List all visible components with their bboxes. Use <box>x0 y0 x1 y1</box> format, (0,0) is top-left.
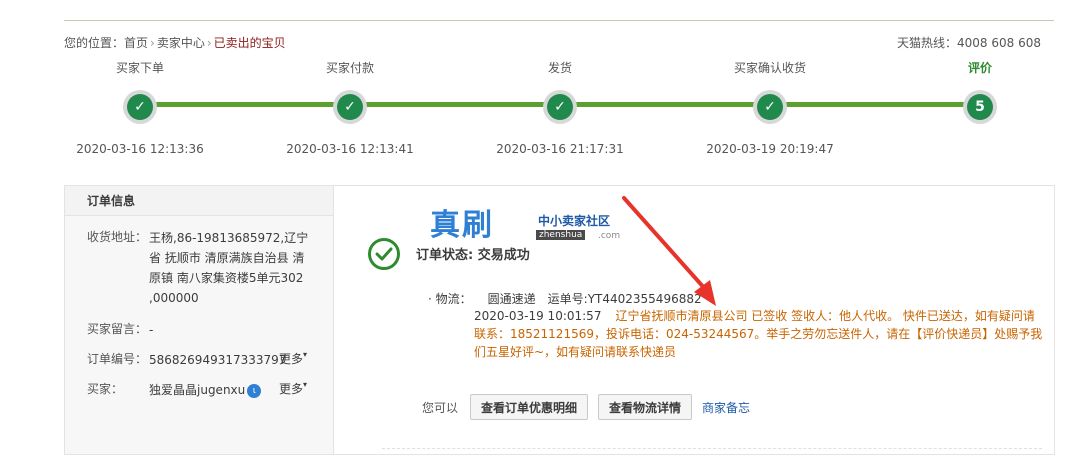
step-label: 评价 <box>967 61 992 75</box>
view-logistics-detail-button[interactable]: 查看物流详情 <box>598 394 693 420</box>
watermark-small-text: 中小卖家社区 <box>538 214 611 228</box>
logistics-timestamp: 2020-03-19 10:01:57 <box>474 309 602 323</box>
merchant-memo-link[interactable]: 商家备忘 <box>702 399 750 416</box>
order-info-title: 订单信息 <box>65 186 333 216</box>
actions-label: 您可以 <box>422 400 459 415</box>
buyer-note-label: 买家留言： <box>87 322 148 336</box>
breadcrumb-prefix: 您的位置： <box>64 36 125 50</box>
buyer-note-row: 买家留言： - <box>65 320 333 340</box>
buyer-row: 买家： 独爱晶晶jugenxu ι 更多▾ <box>65 380 333 400</box>
breadcrumb-seller-center-link[interactable]: 卖家中心 <box>157 36 205 50</box>
view-discount-detail-button[interactable]: 查看订单优惠明细 <box>470 394 589 420</box>
step-dot: ✓ <box>753 90 787 124</box>
step-review: 评价 5 <box>890 60 1067 142</box>
logistics-label: · 物流： <box>428 292 472 306</box>
order-more-dropdown[interactable]: 更多▾ <box>279 350 307 367</box>
check-icon: ✓ <box>127 94 153 120</box>
step-time: 2020-03-16 21:17:31 <box>496 142 624 156</box>
logistics-detail: 2020-03-19 10:01:57 辽宁省抚顺市清原县公司 已签收 签收人：他… <box>474 307 1046 361</box>
step-dot: ✓ <box>543 90 577 124</box>
hotline-text: 天猫热线：4008 608 608 <box>897 36 1041 50</box>
step-ship: 发货 ✓ 2020-03-16 21:17:31 <box>470 60 650 156</box>
buyer-label: 买家： <box>87 382 124 396</box>
breadcrumb-home-link[interactable]: 首页 <box>124 36 148 50</box>
watermark-url: zhenshua <box>536 230 586 240</box>
step-number: 5 <box>967 94 993 120</box>
step-time: 2020-03-16 12:13:41 <box>286 142 414 156</box>
watermark-com: .com <box>598 231 621 241</box>
order-status-text: 订单状态: 交易成功 <box>416 248 530 263</box>
step-dot: ✓ <box>123 90 157 124</box>
chat-badge-icon[interactable]: ι <box>247 383 262 398</box>
tracking-number: 运单号:YT4402355496882 <box>547 292 702 306</box>
breadcrumb-current[interactable]: 已卖出的宝贝 <box>214 36 286 50</box>
step-label: 买家付款 <box>325 61 374 75</box>
order-progress: 买家下单 ✓ 2020-03-16 12:13:36 买家付款 ✓ 2020-0… <box>0 60 1067 160</box>
order-number-row: 订单编号： 586826949317333797 更多▾ <box>65 350 333 370</box>
step-label: 买家下单 <box>115 61 164 75</box>
breadcrumb-separator: › <box>206 36 212 50</box>
step-time: 2020-03-19 20:19:47 <box>706 142 834 156</box>
logistics-summary: · 物流： 圆通速递 运单号:YT4402355496882 <box>428 290 702 307</box>
action-bar: 您可以 查看订单优惠明细 查看物流详情 商家备忘 <box>422 394 750 420</box>
check-icon: ✓ <box>757 94 783 120</box>
breadcrumb: 您的位置：首页 › 卖家中心 › 已卖出的宝贝 <box>64 34 286 51</box>
order-info-panel: 订单信息 收货地址： 王杨,86-19813685972,辽宁省 抚顺市 清原满… <box>64 185 334 455</box>
step-dot: 5 <box>963 90 997 124</box>
breadcrumb-separator: › <box>150 36 155 50</box>
step-buyer-pay: 买家付款 ✓ 2020-03-16 12:13:41 <box>260 60 440 156</box>
dashed-divider <box>382 448 1042 449</box>
buyer-more-dropdown[interactable]: 更多▾ <box>279 380 307 397</box>
order-number-label: 订单编号： <box>87 352 148 366</box>
address-value: 王杨,86-19813685972,辽宁省 抚顺市 清原满族自治县 清原镇 南八… <box>149 231 309 305</box>
buyer-note-value: - <box>149 323 154 337</box>
step-confirm-receipt: 买家确认收货 ✓ 2020-03-19 20:19:47 <box>680 60 860 156</box>
logistics-company: 圆通速递 <box>487 292 536 306</box>
more-label: 更多 <box>279 382 304 396</box>
address-row: 收货地址： 王杨,86-19813685972,辽宁省 抚顺市 清原满族自治县 … <box>65 228 333 308</box>
chevron-down-icon: ▾ <box>303 380 308 389</box>
step-buyer-order: 买家下单 ✓ 2020-03-16 12:13:36 <box>50 60 230 156</box>
step-dot: ✓ <box>333 90 367 124</box>
step-time: 2020-03-16 12:13:36 <box>76 142 204 156</box>
address-label: 收货地址： <box>87 230 148 244</box>
top-divider <box>64 20 1054 21</box>
step-label: 发货 <box>547 61 572 75</box>
watermark-big-text: 真刷 <box>430 208 494 243</box>
step-label: 买家确认收货 <box>733 61 806 75</box>
success-check-icon <box>368 238 400 270</box>
check-icon: ✓ <box>547 94 573 120</box>
more-label: 更多 <box>279 352 304 366</box>
order-status-panel: 真刷 中小卖家社区 zhenshua .com 订单状态: 交易成功 · 物流：… <box>334 185 1055 455</box>
watermark-logo: 真刷 中小卖家社区 zhenshua .com <box>430 200 620 244</box>
check-icon: ✓ <box>337 94 363 120</box>
chevron-down-icon: ▾ <box>303 350 308 359</box>
buyer-name[interactable]: 独爱晶晶jugenxu <box>149 383 245 397</box>
